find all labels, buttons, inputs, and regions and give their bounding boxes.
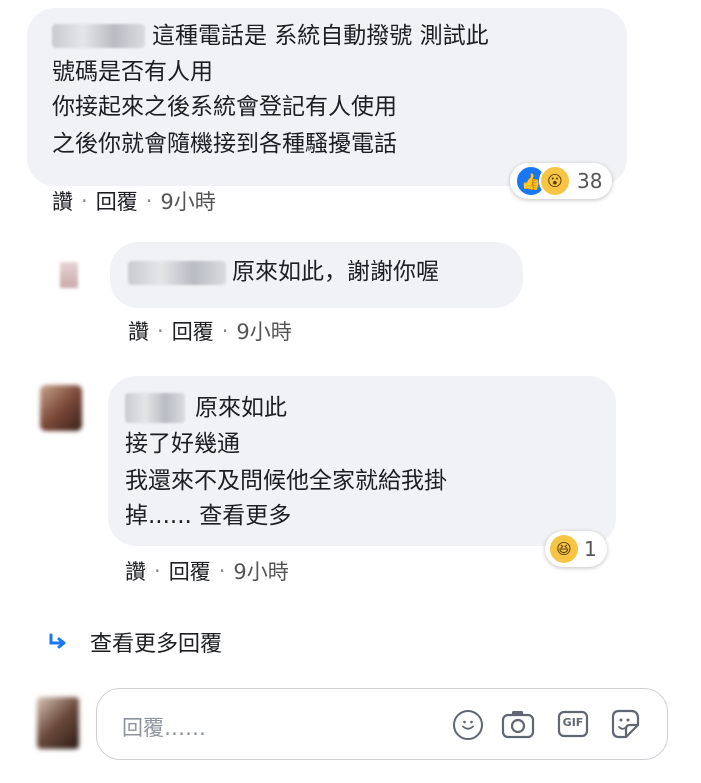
gif-icon[interactable]: GIF [556, 708, 590, 740]
comment-1-line-3: 你接起來之後系統會登記有人使用 [52, 94, 397, 120]
separator: · [221, 319, 229, 343]
reply-placeholder: 回覆…… [122, 716, 206, 740]
comment-3-reactions[interactable]: 😆 1 [545, 531, 607, 567]
comment-2-line-1: 原來如此，謝謝你喔 [232, 259, 439, 285]
wow-icon: 😮 [539, 165, 571, 197]
comment-1-line-1: 這種電話是 系統自動撥號 測試此 [152, 23, 489, 49]
sticker-icon[interactable] [608, 707, 642, 741]
emoji-icon[interactable] [453, 710, 483, 740]
separator: · [154, 559, 161, 583]
reply-arrow-icon [49, 633, 66, 649]
separator: · [157, 319, 164, 343]
like-link[interactable]: 讚 [128, 316, 149, 346]
view-more-replies[interactable]: 查看更多回覆 [48, 626, 222, 658]
gif-label: GIF [562, 716, 584, 729]
separator: · [81, 189, 88, 213]
reply-link[interactable]: 回覆 [169, 556, 211, 586]
view-more-replies-label: 查看更多回覆 [90, 632, 223, 657]
reaction-count: 38 [577, 169, 603, 193]
comment-3-actions: 讚 · 回覆 · 9小時 [125, 556, 289, 586]
reply-link[interactable]: 回覆 [96, 186, 138, 216]
comment-3-line-4: 掉...... 查看更多 [125, 500, 291, 533]
timestamp[interactable]: 9小時 [233, 556, 288, 586]
separator: · [218, 559, 226, 583]
camera-icon[interactable] [500, 708, 536, 740]
comment-1-line-4: 之後你就會隨機接到各種騷擾電話 [52, 131, 397, 157]
see-more-link[interactable]: 查看更多 [199, 503, 291, 529]
reply-link[interactable]: 回覆 [172, 316, 214, 346]
like-link[interactable]: 讚 [52, 186, 73, 216]
avatar [37, 697, 79, 749]
comment-1-actions: 讚 · 回覆 · 9小時 [52, 186, 216, 216]
comment-3-author[interactable] [125, 393, 185, 423]
truncated-text: 掉...... [125, 503, 192, 529]
timestamp[interactable]: 9小時 [160, 186, 215, 216]
reaction-count: 1 [584, 537, 597, 561]
comment-3-line-2: 接了好幾通 [125, 431, 240, 457]
comment-3-line-1: 原來如此 [195, 395, 287, 421]
avatar[interactable] [60, 262, 78, 288]
comment-2-author[interactable] [128, 261, 226, 285]
comment-1-line-2: 號碼是否有人用 [52, 59, 213, 85]
haha-icon: 😆 [550, 535, 578, 563]
separator: · [145, 189, 153, 213]
comment-2-actions: 讚 · 回覆 · 9小時 [128, 316, 292, 346]
timestamp[interactable]: 9小時 [236, 316, 291, 346]
like-link[interactable]: 讚 [125, 556, 146, 586]
avatar[interactable] [40, 385, 82, 431]
comment-1-reactions[interactable]: 👍 😮 38 [510, 163, 613, 199]
comment-1-author[interactable] [52, 24, 145, 48]
comment-3-line-3: 我還來不及問候他全家就給我掛 [125, 468, 447, 494]
